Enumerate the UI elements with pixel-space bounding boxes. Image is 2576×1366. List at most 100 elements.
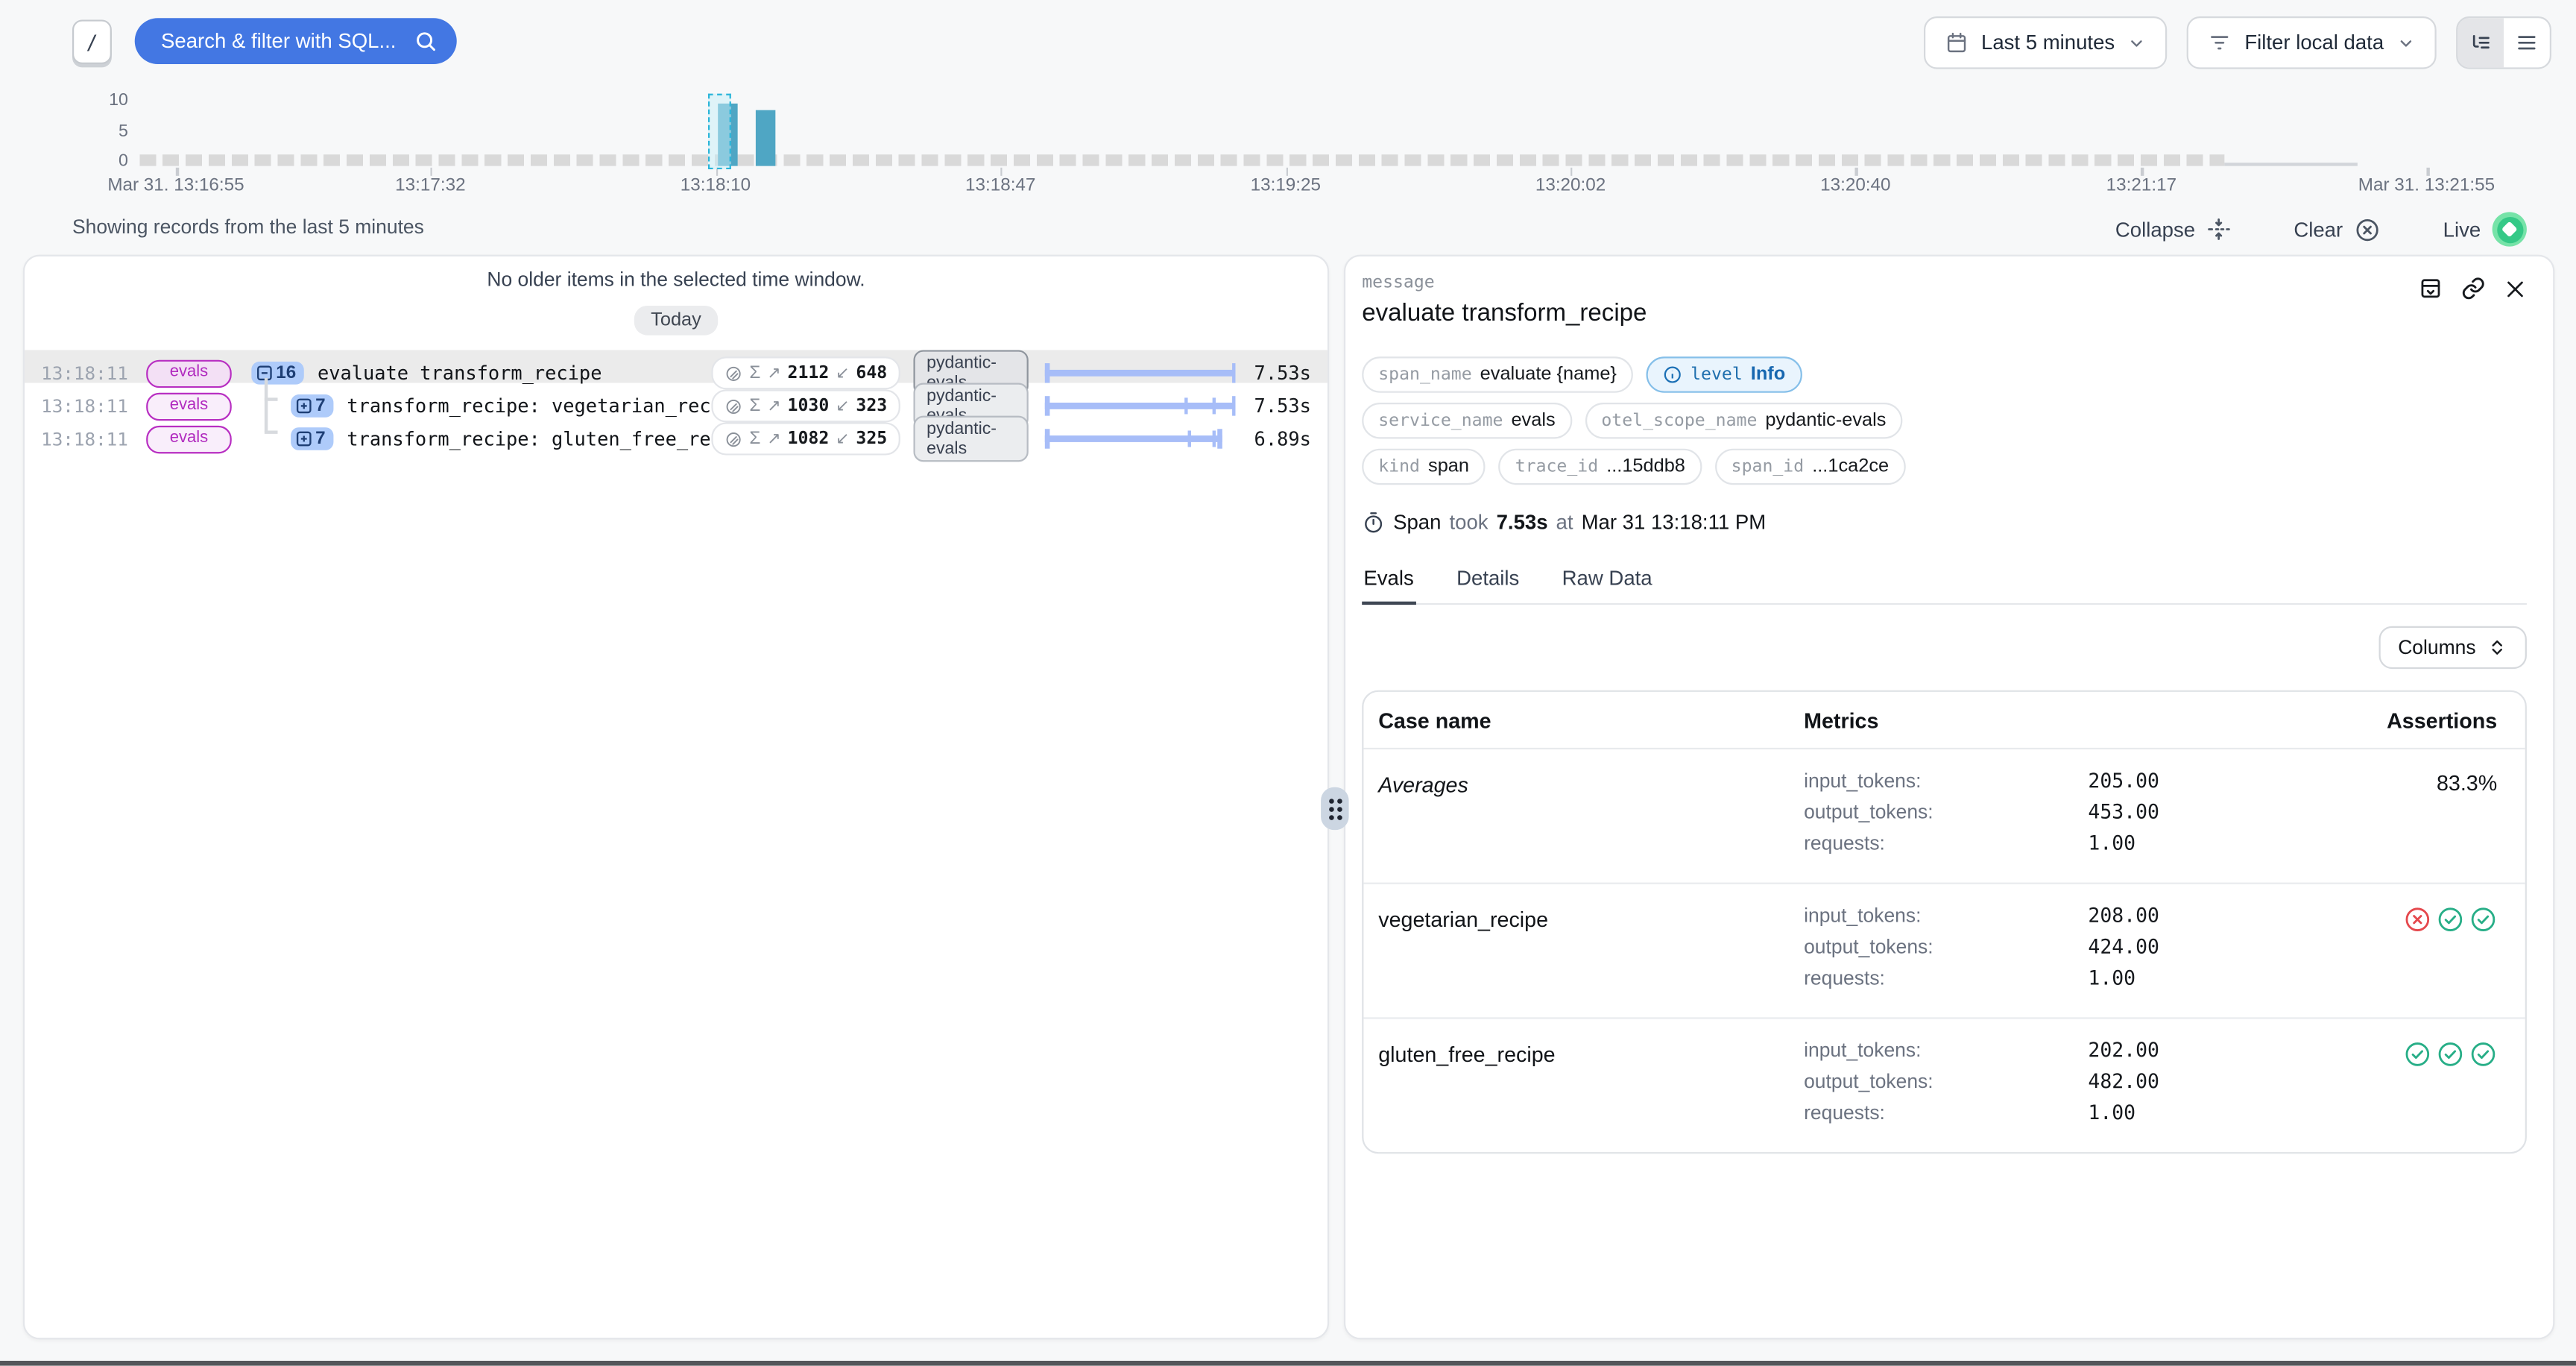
collapse-button[interactable]: Collapse xyxy=(2106,215,2241,243)
tag-otel-scope-name[interactable]: otel_scope_name pydantic-evals xyxy=(1585,403,1902,438)
tag-span-name[interactable]: span_name evaluate {name} xyxy=(1362,356,1633,392)
evals-table: Case name Metrics Assertions Averages in… xyxy=(1362,690,2527,1154)
span-name-text: transform_recipe: vegetarian_recipe xyxy=(347,394,742,418)
list-view-toggle[interactable] xyxy=(2504,18,2550,67)
expand-children-badge[interactable]: 7 xyxy=(291,427,334,450)
expand-children-badge[interactable]: 7 xyxy=(291,394,334,418)
histogram-plot-area[interactable]: Mar 31. 13:16:5513:17:3213:18:1013:18:47… xyxy=(139,94,2556,192)
x-axis-tick-label: 13:19:25 xyxy=(1251,176,1321,195)
arrow-down-left-icon: ↙ xyxy=(836,429,849,447)
window-bottom-edge xyxy=(0,1361,2576,1366)
detail-tabs: Evals Details Raw Data xyxy=(1362,561,2527,605)
view-mode-toggle xyxy=(2456,16,2551,69)
columns-button[interactable]: Columns xyxy=(2378,626,2527,669)
filter-local-data-dropdown[interactable]: Filter local data xyxy=(2187,16,2437,69)
row-timestamp: 13:18:11 xyxy=(41,395,133,417)
arrow-up-right-icon: ↗ xyxy=(767,397,780,415)
col-metrics: Metrics xyxy=(1804,708,2251,733)
time-range-dropdown[interactable]: Last 5 minutes xyxy=(1924,16,2168,69)
tab-details[interactable]: Details xyxy=(1455,561,1521,603)
x-axis-tick-label: 13:18:47 xyxy=(965,176,1035,195)
close-panel-icon[interactable] xyxy=(2504,277,2527,300)
duration-text: 6.89s xyxy=(1246,427,1328,450)
eval-case-row-gluten-free-recipe[interactable]: gluten_free_recipe input_tokens:202.00 o… xyxy=(1363,1019,2525,1153)
child-count: 7 xyxy=(315,429,326,448)
output-tokens-count: 323 xyxy=(856,396,887,415)
histogram-bar[interactable] xyxy=(756,110,775,166)
collapse-button-label: Collapse xyxy=(2115,218,2195,241)
assertion-pass-icon xyxy=(2404,1040,2431,1068)
tab-raw-data[interactable]: Raw Data xyxy=(1560,561,1653,603)
sigma-icon: Σ xyxy=(749,429,760,448)
tag-span-id[interactable]: span_id ...1ca2ce xyxy=(1715,449,1906,485)
duration-text: 7.53s xyxy=(1246,394,1328,418)
assertions-percentage: 83.3% xyxy=(2437,771,2497,796)
x-axis-tick xyxy=(1286,168,1288,176)
filter-icon xyxy=(2209,31,2232,54)
x-axis-tick-label: 13:17:32 xyxy=(395,176,465,195)
arrow-up-right-icon: ↗ xyxy=(767,429,780,447)
trace-row-evaluate-transform-recipe[interactable]: 13:18:11 evals 16 evaluate transform_rec… xyxy=(25,350,1328,383)
calendar-icon xyxy=(1945,31,1969,54)
live-label: Live xyxy=(2443,218,2481,241)
tab-evals[interactable]: Evals xyxy=(1362,561,1415,605)
clear-button[interactable]: Clear xyxy=(2284,215,2390,245)
tag-trace-id[interactable]: trace_id ...15ddb8 xyxy=(1499,449,1702,485)
x-axis-tick-label: 13:18:10 xyxy=(681,176,751,195)
col-assertions: Assertions xyxy=(2251,708,2498,733)
tag-level[interactable]: level Info xyxy=(1647,356,1802,392)
panel-resize-handle[interactable] xyxy=(1321,787,1348,830)
y-axis-tick-5: 5 xyxy=(66,121,128,140)
x-axis-tick-label: 13:20:40 xyxy=(1820,176,1890,195)
x-axis-tick-label: Mar 31. 13:16:55 xyxy=(107,176,244,195)
tag-service-name[interactable]: service_name evals xyxy=(1362,403,1572,438)
token-usage-pill: Σ ↗ 2112 ↙ 648 xyxy=(712,356,900,389)
span-name-text: evaluate transform_recipe xyxy=(318,362,602,385)
today-pill: Today xyxy=(634,306,718,336)
filter-label: Filter local data xyxy=(2244,31,2384,54)
tree-view-toggle[interactable] xyxy=(2457,18,2504,67)
x-axis-tick xyxy=(2141,168,2144,176)
token-usage-pill: Σ ↗ 1082 ↙ 325 xyxy=(712,422,900,455)
eval-case-row-averages[interactable]: Averages input_tokens:205.00 output_toke… xyxy=(1363,749,2525,884)
list-view-icon xyxy=(2515,31,2538,54)
span-name-text: transform_recipe: gluten_free_recipe xyxy=(347,427,742,450)
x-axis-tick xyxy=(2426,168,2428,176)
info-icon xyxy=(1663,365,1682,384)
status-row: Showing records from the last 5 minutes … xyxy=(0,210,2576,246)
duration-bar xyxy=(1045,356,1236,389)
selected-bucket-highlight xyxy=(709,93,732,169)
time-range-label: Last 5 minutes xyxy=(1981,31,2115,54)
token-usage-pill: Σ ↗ 1030 ↙ 323 xyxy=(712,389,900,422)
trace-rows: 13:18:11 evals 16 evaluate transform_rec… xyxy=(25,350,1328,448)
assertion-icons xyxy=(2251,904,2498,998)
assertion-pass-icon xyxy=(2437,1040,2464,1068)
duration-bar xyxy=(1045,389,1236,422)
no-older-items-text: No older items in the selected time wind… xyxy=(25,268,1328,291)
collapse-children-badge[interactable]: 16 xyxy=(251,362,304,385)
records-histogram[interactable]: 10 5 0 Mar 31. 13:16:55 13:17:32 13:18:10 1… xyxy=(0,90,2576,198)
x-axis-tick xyxy=(430,168,432,176)
top-bar: / Search & filter with SQL... Last 5 min… xyxy=(0,0,2576,82)
live-indicator-icon xyxy=(2493,212,2527,246)
evals-tag-badge: evals xyxy=(146,359,232,387)
dock-panel-icon[interactable] xyxy=(2418,276,2443,300)
eval-case-row-vegetarian-recipe[interactable]: vegetarian_recipe input_tokens:208.00 ou… xyxy=(1363,884,2525,1019)
evals-tag-badge: evals xyxy=(146,425,232,453)
y-axis-tick-0: 0 xyxy=(66,151,128,171)
live-toggle[interactable]: Live xyxy=(2433,210,2536,248)
tag-kind[interactable]: kind span xyxy=(1362,449,1486,485)
row-timestamp: 13:18:11 xyxy=(41,362,133,384)
sigma-icon: Σ xyxy=(749,363,760,383)
search-button[interactable]: Search & filter with SQL... xyxy=(135,18,457,64)
trace-list-panel: No older items in the selected time wind… xyxy=(23,255,1329,1340)
sigma-icon: Σ xyxy=(749,396,760,415)
stopwatch-icon xyxy=(1362,511,1385,534)
y-axis-tick-10: 10 xyxy=(66,90,128,110)
x-axis-tick xyxy=(176,168,178,176)
slash-shortcut-key: / xyxy=(72,19,112,64)
evals-table-header: Case name Metrics Assertions xyxy=(1363,692,2525,749)
coin-icon xyxy=(724,397,742,415)
showing-records-text: Showing records from the last 5 minutes xyxy=(72,215,424,239)
copy-link-icon[interactable] xyxy=(2461,276,2486,300)
